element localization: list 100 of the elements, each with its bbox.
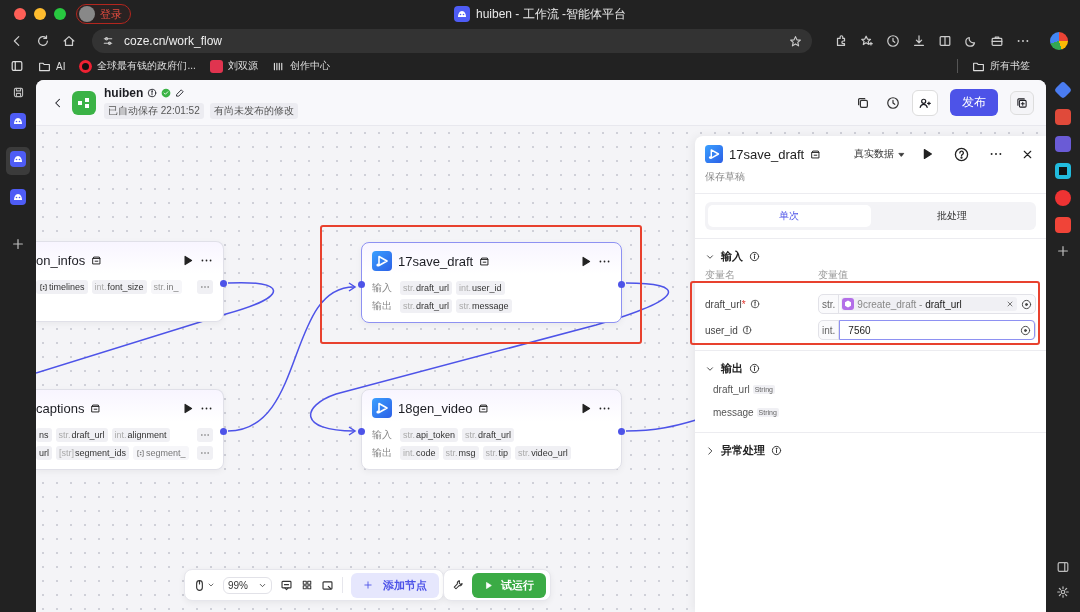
maximize-button[interactable] — [54, 8, 66, 20]
value-field[interactable]: int. 7560 — [818, 320, 1036, 340]
favorites-icon[interactable] — [860, 34, 874, 48]
collaborators-button[interactable] — [912, 89, 938, 116]
robot-icon[interactable] — [454, 6, 470, 22]
minimize-button[interactable] — [34, 8, 46, 20]
output-name: message — [713, 407, 754, 418]
help-icon[interactable] — [954, 146, 969, 162]
home-icon[interactable] — [62, 34, 76, 48]
app-icon[interactable] — [1055, 190, 1071, 206]
download-icon[interactable] — [912, 34, 926, 48]
reference-field[interactable]: str. 9create_draft - draft_url — [818, 294, 1036, 314]
tune-icon[interactable] — [102, 35, 114, 47]
output-port[interactable] — [220, 280, 227, 287]
play-icon[interactable] — [579, 254, 592, 268]
app-logo — [72, 90, 96, 115]
input-port[interactable] — [358, 281, 365, 288]
bookmark-link[interactable]: AI — [56, 60, 66, 72]
save-icon[interactable] — [11, 86, 25, 99]
parameter-tag: str.api_token — [400, 428, 459, 442]
plus-icon — [363, 580, 373, 590]
reference-chip[interactable]: 9create_draft - draft_url — [841, 297, 1017, 311]
robot-icon[interactable] — [10, 151, 26, 167]
parameter-tag: url — [36, 446, 52, 460]
input-port[interactable] — [358, 428, 365, 435]
workflow-node[interactable]: 18gen_video 输入 str.api_token str.draft_url 输出 int.code str.msg str.tip str.video_url — [361, 389, 622, 470]
add-icon[interactable] — [11, 237, 25, 251]
output-name: draft_url — [713, 384, 750, 395]
parameter-tag: int.code — [400, 446, 439, 460]
plugin-icon — [372, 398, 392, 418]
add-icon[interactable] — [1056, 244, 1070, 258]
target-icon[interactable] — [1021, 298, 1032, 310]
robot-icon[interactable] — [10, 189, 26, 205]
unpublished-status: 有尚未发布的修改 — [209, 103, 298, 119]
output-port[interactable] — [618, 428, 625, 435]
copy-icon — [1016, 96, 1028, 109]
briefcase-icon[interactable] — [990, 34, 1004, 48]
window-title: huiben - 工作流 -智能体平台 — [476, 5, 626, 23]
app-icon[interactable] — [1055, 163, 1071, 179]
output-port[interactable] — [220, 428, 227, 435]
node-title: on_infos — [36, 252, 86, 268]
data-mode-dropdown[interactable]: 真实数据 — [854, 147, 906, 161]
bookmark-link[interactable]: 创作中心 — [289, 59, 330, 73]
bookmark-link[interactable]: 全球最有钱的政府们... — [97, 59, 196, 73]
store-icon — [91, 254, 103, 266]
panel-icon[interactable] — [1056, 560, 1070, 574]
mouse-icon[interactable] — [193, 578, 206, 592]
add-page-button[interactable] — [1010, 90, 1034, 115]
minimap-icon[interactable] — [321, 578, 334, 592]
play-icon[interactable] — [181, 253, 194, 267]
bookmark-link[interactable]: 所有书签 — [990, 59, 1030, 73]
edit-icon[interactable] — [175, 88, 186, 98]
output-port[interactable] — [618, 281, 625, 288]
reader-icon[interactable] — [938, 34, 952, 48]
puzzle-icon[interactable] — [834, 34, 848, 48]
section-title[interactable]: 输入 — [721, 249, 743, 264]
comment-icon[interactable] — [280, 578, 293, 592]
copy-icon[interactable] — [856, 95, 870, 110]
mode-tab[interactable]: 批处理 — [870, 205, 1033, 227]
parameter-tag: str.draft_url — [462, 428, 515, 442]
settings-icon[interactable] — [1056, 585, 1070, 599]
node-title: 18gen_video — [398, 400, 473, 416]
zoom-select[interactable]: 99% — [223, 576, 272, 594]
chevron-right-icon[interactable] — [705, 445, 715, 456]
add-node-button[interactable]: 添加节点 — [351, 572, 439, 598]
target-icon[interactable] — [1020, 324, 1031, 336]
info-icon — [741, 325, 752, 335]
workflow-node[interactable]: 17save_draft 输入 str.draft_url int.user_id 输出 str.draft_url str.message — [361, 242, 622, 323]
section-title[interactable]: 输出 — [721, 361, 743, 376]
info-icon — [749, 251, 760, 262]
row-label: 输入 — [372, 281, 392, 295]
moon-icon[interactable] — [964, 34, 978, 48]
robot-icon[interactable] — [10, 113, 26, 129]
google-icon[interactable] — [1050, 32, 1068, 50]
publish-button[interactable]: 发布 — [950, 89, 998, 116]
url-text: coze.cn/work_flow — [124, 34, 224, 48]
mode-tab[interactable]: 单次 — [708, 205, 871, 227]
play-icon[interactable] — [181, 401, 194, 415]
bookmark-link[interactable]: 刘双源 — [227, 59, 258, 73]
close-button[interactable] — [14, 8, 26, 20]
parameter-tag: ns — [36, 428, 52, 442]
parameter-name: timelines — [49, 282, 85, 292]
profile-button[interactable]: 登录 — [76, 4, 131, 24]
history-icon[interactable] — [886, 95, 900, 110]
workflow-node[interactable]: captions ns str.draft_url int.alignment url [str]segment_ids segment_ — [36, 389, 224, 470]
star-icon[interactable] — [789, 34, 802, 48]
column-header: 变量名 — [705, 268, 736, 282]
sidebar-icon[interactable] — [10, 59, 24, 73]
field-value: 7560 — [848, 324, 872, 336]
clear-icon[interactable] — [1006, 300, 1014, 308]
workflow-node[interactable]: on_infos timelines int.font_size str.in_ — [36, 241, 224, 322]
play-icon[interactable] — [579, 401, 592, 415]
chevron-down-icon[interactable] — [207, 581, 215, 589]
wrench-icon[interactable] — [452, 579, 464, 591]
address-bar[interactable]: coze.cn/work_flow — [92, 29, 812, 53]
section-title[interactable]: 异常处理 — [721, 443, 765, 458]
info-icon — [749, 299, 760, 309]
grid-icon[interactable] — [301, 579, 313, 591]
reload-icon[interactable] — [36, 34, 50, 48]
app-name: huiben — [104, 86, 144, 100]
